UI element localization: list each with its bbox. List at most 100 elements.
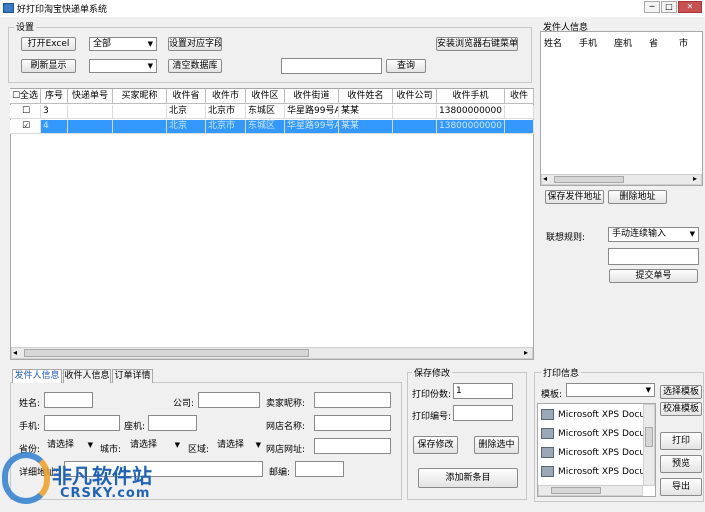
row-checkbox[interactable]: ☐ xyxy=(10,105,41,119)
sender-column-header[interactable]: 手机 xyxy=(579,36,597,49)
row-checkbox[interactable]: ☑ xyxy=(10,120,41,134)
template-select[interactable]: ▼ xyxy=(566,383,655,397)
postcode-field[interactable] xyxy=(295,461,344,477)
sender-column-header[interactable]: 市 xyxy=(679,36,688,49)
table-cell[interactable] xyxy=(113,120,167,134)
sender-list[interactable] xyxy=(540,31,703,186)
name-field[interactable] xyxy=(44,392,93,408)
table-cell[interactable]: 东城区 xyxy=(246,120,285,134)
print-button[interactable]: 打印 xyxy=(660,432,702,450)
district-select[interactable]: 请选择 ▼ xyxy=(214,439,264,453)
install-context-menu-button[interactable]: 安装浏览器右键菜单 xyxy=(436,37,518,51)
column-header[interactable]: 收件姓名 xyxy=(339,89,393,104)
delete-address-button[interactable]: 删除地址 xyxy=(608,190,667,204)
preview-button[interactable]: 预览 xyxy=(660,455,702,473)
column-header[interactable]: 收件街道 xyxy=(285,89,339,104)
column-header[interactable]: 收件 xyxy=(505,89,534,104)
copies-field[interactable]: 1 xyxy=(453,383,513,399)
export-button[interactable]: 导出 xyxy=(660,478,702,496)
column-header[interactable]: 序号 xyxy=(41,89,68,104)
sender-list-scrollbar[interactable]: ◂ ▸ xyxy=(541,174,702,185)
table-cell[interactable] xyxy=(68,120,113,134)
printer-list-hscrollbar[interactable] xyxy=(538,485,643,496)
table-cell[interactable] xyxy=(505,105,534,119)
sender-column-header[interactable]: 省 xyxy=(649,36,658,49)
column-header[interactable]: 收件手机 xyxy=(437,89,505,104)
table-cell[interactable] xyxy=(393,105,437,119)
tracking-number-input[interactable] xyxy=(608,248,699,265)
secondary-select[interactable]: ▼ xyxy=(89,59,157,73)
scrollbar-thumb[interactable] xyxy=(645,427,653,447)
close-button[interactable]: ✕ xyxy=(678,1,702,13)
table-cell[interactable]: 华星路99号A... xyxy=(285,120,339,134)
checkbox-icon[interactable]: ☐ xyxy=(12,91,20,101)
table-cell[interactable]: 4 xyxy=(41,120,68,134)
city-select[interactable]: 请选择 ▼ xyxy=(127,439,183,453)
save-changes-button[interactable]: 保存修改 xyxy=(413,436,458,454)
tab-order-details[interactable]: 订单详情 xyxy=(112,369,153,383)
province-select[interactable]: 请选择 ▼ xyxy=(44,439,96,453)
table-cell[interactable]: 北京 xyxy=(167,105,206,119)
scrollbar-thumb[interactable] xyxy=(551,487,601,494)
shop-name-field[interactable] xyxy=(314,415,391,431)
refresh-button[interactable]: 刷新显示 xyxy=(21,59,76,73)
scroll-left-icon[interactable]: ◂ xyxy=(543,174,547,183)
search-input[interactable] xyxy=(281,58,382,74)
clear-database-button[interactable]: 清空数据库 xyxy=(168,59,222,73)
add-new-entry-button[interactable]: 添加新条目 xyxy=(418,468,518,488)
table-cell[interactable] xyxy=(113,105,167,119)
scroll-left-icon[interactable]: ◂ xyxy=(13,348,17,357)
table-cell[interactable]: 华星路99号A... xyxy=(285,105,339,119)
table-cell[interactable]: 北京市 xyxy=(206,105,246,119)
printer-item[interactable]: Microsoft XPS Docu xyxy=(541,425,645,443)
save-sender-address-button[interactable]: 保存发件地址 xyxy=(545,190,604,204)
table-cell[interactable]: 某某 xyxy=(339,105,393,119)
table-cell[interactable]: 东城区 xyxy=(246,105,285,119)
delete-selected-button[interactable]: 删除选中 xyxy=(474,436,519,454)
search-button[interactable]: 查询 xyxy=(386,59,426,73)
column-header[interactable]: 收件区 xyxy=(246,89,285,104)
scrollbar-thumb[interactable] xyxy=(24,349,309,357)
maximize-button[interactable]: □ xyxy=(661,1,677,13)
table-cell[interactable] xyxy=(505,120,534,134)
column-header[interactable]: 收件公司 xyxy=(393,89,437,104)
calibrate-template-button[interactable]: 校准模板 xyxy=(660,402,702,416)
table-cell[interactable]: 13800000000 xyxy=(437,105,505,119)
scrollbar-thumb[interactable] xyxy=(554,176,624,183)
table-cell[interactable] xyxy=(393,120,437,134)
seller-nick-field[interactable] xyxy=(314,392,391,408)
column-header[interactable]: 快递单号 xyxy=(68,89,113,104)
tab-receiver-info[interactable]: 收件人信息 xyxy=(63,369,111,383)
table-cell[interactable]: 13800000000 xyxy=(437,120,505,134)
association-mode-select[interactable]: 手动连续输入 ▼ xyxy=(608,227,699,242)
column-header[interactable]: 收件市 xyxy=(206,89,246,104)
printer-item[interactable]: Microsoft XPS Docu xyxy=(541,444,645,462)
table-cell[interactable] xyxy=(68,105,113,119)
column-header[interactable]: 买家昵称 xyxy=(113,89,167,104)
print-number-field[interactable] xyxy=(453,405,513,421)
mobile-field[interactable] xyxy=(44,415,120,431)
table-cell[interactable]: 3 xyxy=(41,105,68,119)
select-template-button[interactable]: 选择模板 xyxy=(660,385,702,399)
submit-number-button[interactable]: 提交单号 xyxy=(609,269,698,283)
table-cell[interactable]: 北京 xyxy=(167,120,206,134)
column-header[interactable]: 收件省 xyxy=(167,89,206,104)
printer-item[interactable]: Microsoft XPS Docu xyxy=(541,406,645,424)
sender-column-header[interactable]: 姓名 xyxy=(544,36,562,49)
set-field-button[interactable]: 设置对应字段 xyxy=(168,37,222,51)
table-cell[interactable]: 某某 xyxy=(339,120,393,134)
scroll-right-icon[interactable]: ▸ xyxy=(693,174,697,183)
table-horizontal-scrollbar[interactable]: ◂ ▸ xyxy=(11,347,533,359)
open-excel-button[interactable]: 打开Excel xyxy=(21,37,76,51)
shop-url-field[interactable] xyxy=(314,438,391,454)
minimize-button[interactable]: ─ xyxy=(644,1,660,13)
phone-field[interactable] xyxy=(148,415,197,431)
printer-item[interactable]: Microsoft XPS Docu xyxy=(541,463,645,481)
printer-list-vscrollbar[interactable] xyxy=(643,404,655,486)
tab-sender-info[interactable]: 发件人信息 xyxy=(12,369,62,383)
status-select[interactable]: 全部 ▼ xyxy=(89,37,157,51)
company-field[interactable] xyxy=(198,392,260,408)
table-cell[interactable]: 北京市 xyxy=(206,120,246,134)
sender-column-header[interactable]: 座机 xyxy=(614,36,632,49)
scroll-right-icon[interactable]: ▸ xyxy=(524,348,528,357)
